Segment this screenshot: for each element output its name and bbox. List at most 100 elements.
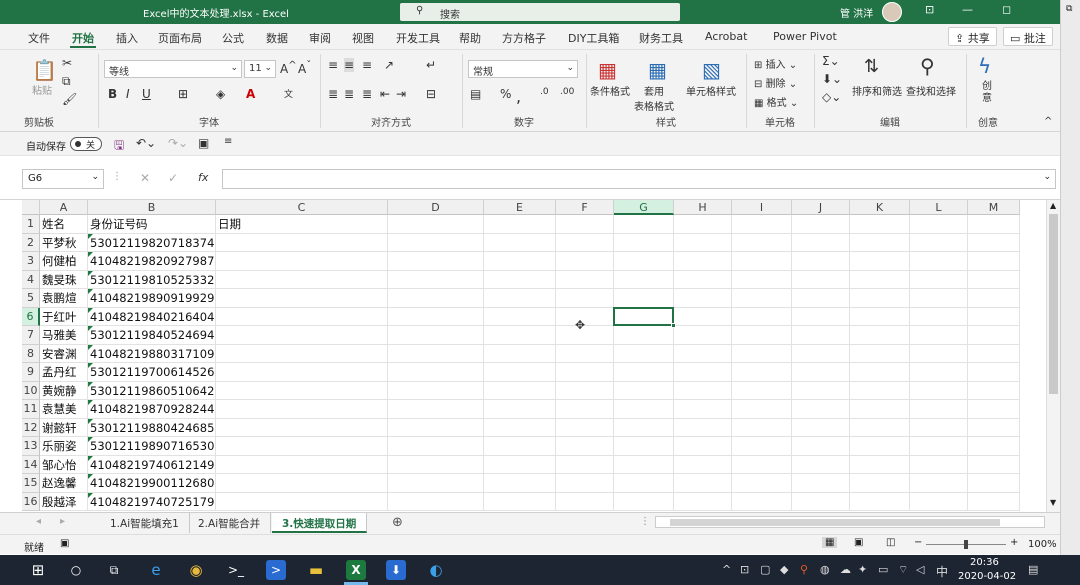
cell-I1[interactable] bbox=[732, 215, 792, 234]
cell-E6[interactable] bbox=[484, 307, 556, 326]
cell-L11[interactable] bbox=[910, 400, 968, 419]
cell-C6[interactable] bbox=[216, 307, 388, 326]
tab-4[interactable]: 公式 bbox=[222, 30, 244, 46]
cell-C1[interactable]: 日期 bbox=[216, 215, 388, 234]
cell-K13[interactable] bbox=[850, 437, 910, 456]
cell-M3[interactable] bbox=[968, 252, 1020, 271]
cell-G1[interactable] bbox=[614, 215, 674, 234]
worksheet-grid[interactable]: A B C D E F G H I J K L M 1 姓名 身份证号码 日期 2 平梦秋 5301211982071… bbox=[22, 200, 1046, 512]
cell-G15[interactable] bbox=[614, 474, 674, 493]
volume-icon[interactable]: ◁ bbox=[916, 563, 924, 576]
cell-F8[interactable] bbox=[556, 344, 614, 363]
cell-H10[interactable] bbox=[674, 381, 732, 400]
insert-cells-button[interactable]: ⊞ 插入 ⌄ bbox=[754, 56, 797, 71]
cell-K6[interactable] bbox=[850, 307, 910, 326]
accounting-format-icon[interactable]: ▤ bbox=[470, 87, 481, 101]
browser-icon[interactable]: ◐ bbox=[426, 560, 446, 580]
row-header-1[interactable]: 1 bbox=[22, 215, 40, 234]
cell-H8[interactable] bbox=[674, 344, 732, 363]
cell-B7[interactable]: 530121198405246947 bbox=[88, 326, 216, 345]
cell-M12[interactable] bbox=[968, 418, 1020, 437]
shrink-font-icon[interactable]: Aˇ bbox=[298, 60, 311, 76]
cut-icon[interactable]: ✂ bbox=[62, 56, 72, 70]
cell-L4[interactable] bbox=[910, 270, 968, 289]
cell-B16[interactable]: 410482197407251798 bbox=[88, 492, 216, 511]
conditional-format-label[interactable]: 条件格式 bbox=[590, 83, 630, 98]
cell-I6[interactable] bbox=[732, 307, 792, 326]
cell-J6[interactable] bbox=[792, 307, 850, 326]
column-header-E[interactable]: E bbox=[484, 200, 556, 215]
cell-H6[interactable] bbox=[674, 307, 732, 326]
row-header-3[interactable]: 3 bbox=[22, 252, 40, 271]
format-as-table-label[interactable]: 套用 表格格式 bbox=[634, 83, 674, 113]
fill-icon[interactable]: ⬇⌄ bbox=[822, 72, 842, 86]
cell-G5[interactable] bbox=[614, 289, 674, 308]
cell-M15[interactable] bbox=[968, 474, 1020, 493]
cell-J15[interactable] bbox=[792, 474, 850, 493]
row-header-5[interactable]: 5 bbox=[22, 289, 40, 308]
underline-icon[interactable]: U bbox=[142, 87, 151, 101]
cell-L1[interactable] bbox=[910, 215, 968, 234]
tab-0[interactable]: 文件 bbox=[28, 30, 50, 46]
cell-B5[interactable]: 410482198909199293 bbox=[88, 289, 216, 308]
excel-taskbar-icon[interactable]: X bbox=[346, 560, 366, 580]
chrome-icon[interactable]: ◉ bbox=[186, 560, 206, 580]
cell-K11[interactable] bbox=[850, 400, 910, 419]
share-button[interactable]: ⇪ 共享 bbox=[948, 27, 997, 46]
column-header-M[interactable]: M bbox=[968, 200, 1020, 215]
paste-icon[interactable]: 📋 bbox=[32, 58, 57, 82]
add-sheet-icon[interactable]: ⊕ bbox=[392, 515, 403, 530]
horizontal-scroll-thumb[interactable] bbox=[670, 519, 1000, 526]
cell-C5[interactable] bbox=[216, 289, 388, 308]
cell-C16[interactable] bbox=[216, 492, 388, 511]
cell-M13[interactable] bbox=[968, 437, 1020, 456]
cell-M11[interactable] bbox=[968, 400, 1020, 419]
italic-icon[interactable]: I bbox=[126, 87, 130, 101]
cell-D15[interactable] bbox=[388, 474, 484, 493]
cell-K9[interactable] bbox=[850, 363, 910, 382]
cell-H11[interactable] bbox=[674, 400, 732, 419]
cell-E14[interactable] bbox=[484, 455, 556, 474]
page-break-icon[interactable]: ◫ bbox=[886, 537, 895, 548]
terminal-icon[interactable]: >_ bbox=[226, 560, 246, 580]
cell-G7[interactable] bbox=[614, 326, 674, 345]
cell-M9[interactable] bbox=[968, 363, 1020, 382]
cell-L5[interactable] bbox=[910, 289, 968, 308]
clock-time[interactable]: 20:36 bbox=[970, 557, 999, 568]
cell-B14[interactable]: 41048219740612149X bbox=[88, 455, 216, 474]
cell-H13[interactable] bbox=[674, 437, 732, 456]
selected-cell-outline[interactable] bbox=[613, 306, 676, 328]
cell-L12[interactable] bbox=[910, 418, 968, 437]
cell-B9[interactable]: 530121197006145263 bbox=[88, 363, 216, 382]
cell-J7[interactable] bbox=[792, 326, 850, 345]
cell-styles-label[interactable]: 单元格样式 bbox=[686, 83, 736, 98]
row-header-15[interactable]: 15 bbox=[22, 474, 40, 493]
sheet-tab-2[interactable]: 2.Ai智能合并 bbox=[188, 513, 272, 533]
cell-B6[interactable]: 410482198402164040 bbox=[88, 307, 216, 326]
cell-D6[interactable] bbox=[388, 307, 484, 326]
zoom-slider-thumb[interactable] bbox=[964, 540, 968, 549]
cell-I7[interactable] bbox=[732, 326, 792, 345]
comments-button[interactable]: ▭ 批注 bbox=[1003, 27, 1053, 46]
sheet-tab-3[interactable]: 3.快速提取日期 bbox=[272, 513, 368, 533]
cell-L16[interactable] bbox=[910, 492, 968, 511]
cell-K4[interactable] bbox=[850, 270, 910, 289]
cell-K3[interactable] bbox=[850, 252, 910, 271]
cell-J16[interactable] bbox=[792, 492, 850, 511]
tab-13[interactable]: Acrobat bbox=[705, 30, 747, 43]
cell-D9[interactable] bbox=[388, 363, 484, 382]
cell-E3[interactable] bbox=[484, 252, 556, 271]
customize-qat-icon[interactable]: ≡ bbox=[224, 136, 232, 147]
cell-G10[interactable] bbox=[614, 381, 674, 400]
column-header-G[interactable]: G bbox=[614, 200, 674, 215]
row-header-11[interactable]: 11 bbox=[22, 400, 40, 419]
cell-M4[interactable] bbox=[968, 270, 1020, 289]
cell-F16[interactable] bbox=[556, 492, 614, 511]
cell-D4[interactable] bbox=[388, 270, 484, 289]
cell-A11[interactable]: 袁慧美 bbox=[40, 400, 88, 419]
column-header-L[interactable]: L bbox=[910, 200, 968, 215]
cell-D14[interactable] bbox=[388, 455, 484, 474]
cell-M5[interactable] bbox=[968, 289, 1020, 308]
column-header-H[interactable]: H bbox=[674, 200, 732, 215]
column-header-F[interactable]: F bbox=[556, 200, 614, 215]
